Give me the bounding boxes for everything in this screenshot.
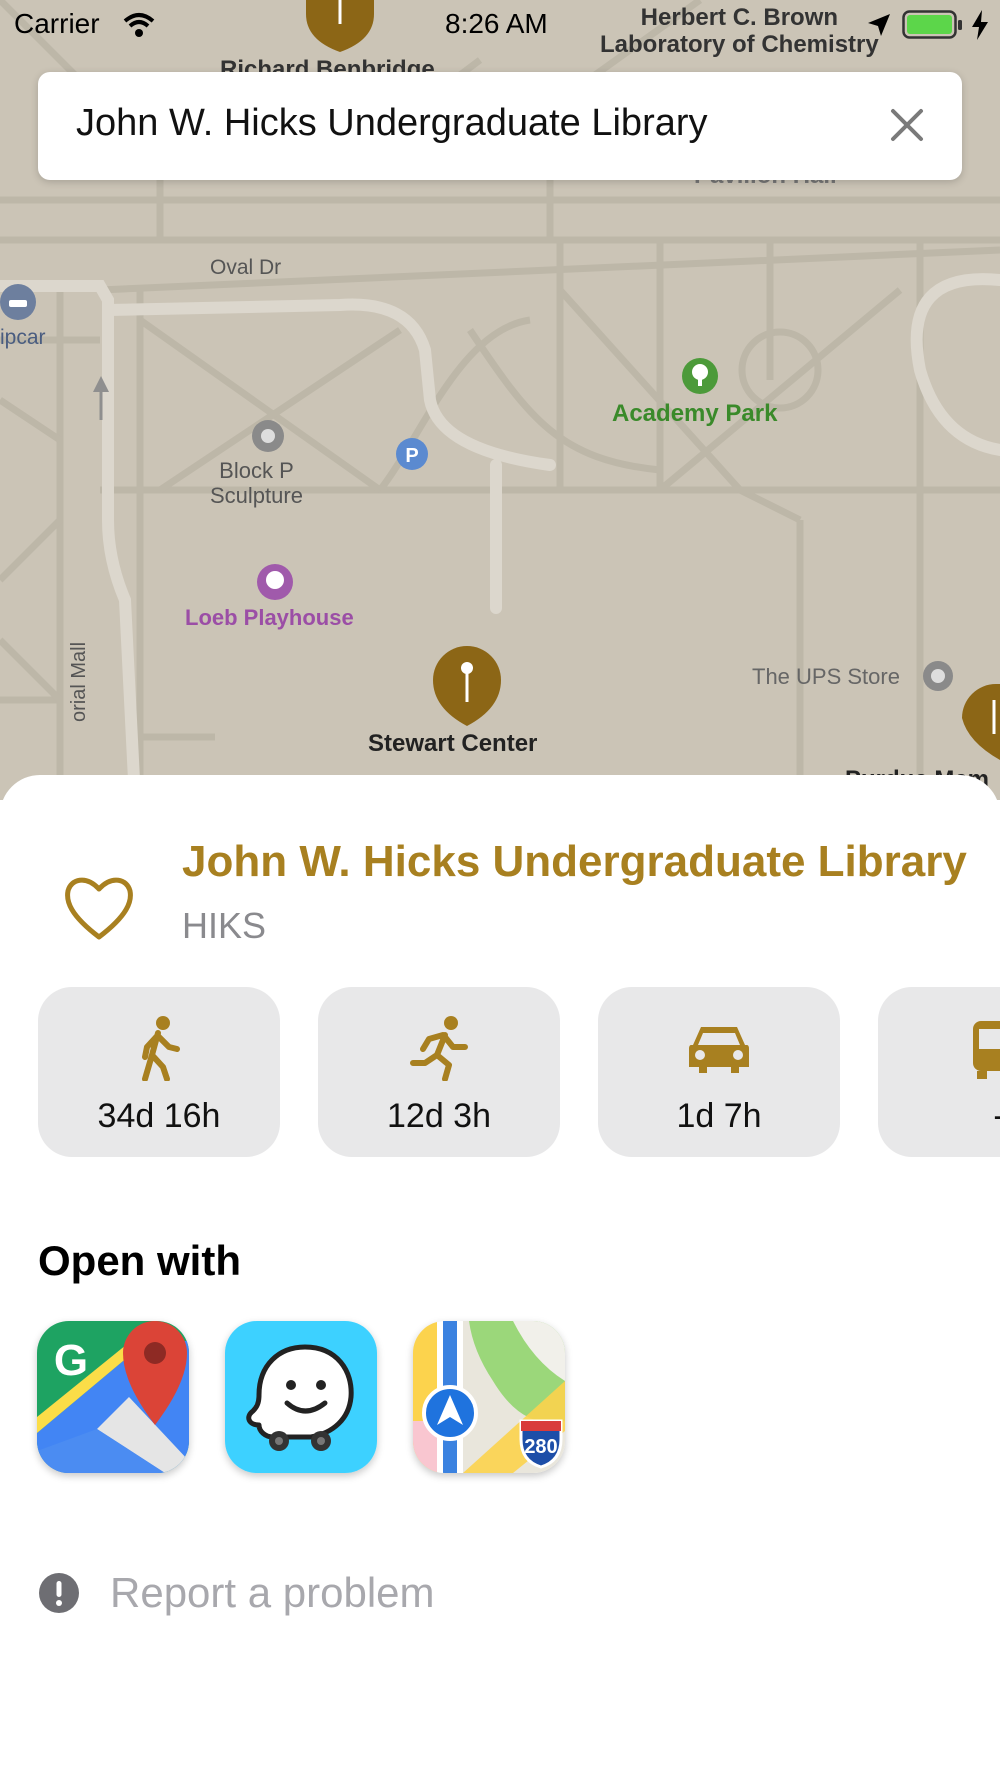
running-icon (410, 1016, 468, 1081)
close-icon[interactable] (882, 100, 932, 150)
map-pin-icon[interactable] (433, 646, 501, 726)
travel-time-car: 1d 7h (676, 1097, 762, 1135)
bus-icon (973, 1021, 1000, 1079)
car-icon (689, 1027, 749, 1073)
wifi-icon (123, 13, 155, 37)
report-problem-label: Report a problem (110, 1569, 435, 1616)
travel-time-walk: 34d 16h (97, 1097, 221, 1135)
apple-maps-icon[interactable]: 280 (413, 1321, 565, 1473)
travel-time-run: 12d 3h (387, 1097, 491, 1135)
travel-card-run[interactable]: 12d 3h (318, 987, 560, 1157)
travel-time-bus: - (878, 1097, 1000, 1136)
charging-icon (972, 10, 988, 40)
place-code: HIKS (182, 905, 267, 946)
open-with-heading: Open with (38, 1237, 241, 1284)
walking-icon (142, 1016, 180, 1081)
carrier-label: Carrier (14, 8, 100, 39)
waze-icon[interactable] (225, 1321, 377, 1473)
travel-options: 34d 16h 12d 3h 1d 7h (0, 987, 1000, 1157)
status-time: 8:26 AM (445, 8, 548, 39)
travel-card-car[interactable]: 1d 7h (598, 987, 840, 1157)
heart-icon[interactable] (62, 873, 136, 943)
location-label: Herbert C. Brown Laboratory of Chemistry (600, 4, 879, 58)
travel-card-walk[interactable]: 34d 16h (38, 987, 280, 1157)
battery-icon (902, 10, 962, 39)
search-bar[interactable]: John W. Hicks Undergraduate Library (38, 72, 962, 180)
travel-card-bus[interactable]: - (878, 987, 1000, 1157)
svg-text:G: G (54, 1336, 88, 1385)
map-pin-icon[interactable] (962, 683, 1000, 760)
search-input[interactable]: John W. Hicks Undergraduate Library (76, 102, 708, 145)
report-problem-button[interactable]: Report a problem (38, 1563, 435, 1623)
svg-text:P: P (405, 445, 418, 467)
google-maps-icon[interactable]: G (37, 1321, 189, 1473)
location-arrow-icon (868, 14, 890, 36)
interstate-shield-number: 280 (524, 1436, 557, 1458)
place-title: John W. Hicks Undergraduate Library (182, 837, 967, 886)
place-detail-sheet: John W. Hicks Undergraduate Library HIKS… (0, 775, 1000, 1778)
status-bar: Carrier 8:26 AM Herbert C. Brown Laborat… (0, 0, 1000, 58)
exclamation-icon (39, 1573, 79, 1613)
